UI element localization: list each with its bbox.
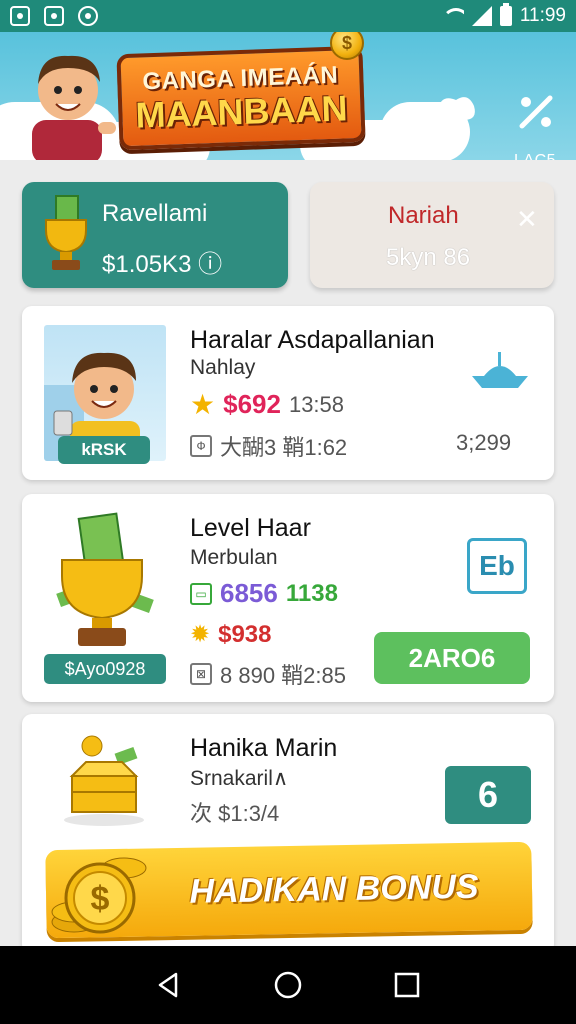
wallet-icon: ▭	[190, 582, 212, 605]
tab-value: 5kyn 86	[386, 244, 471, 271]
count-badge[interactable]: 6	[445, 766, 531, 824]
game-title-banner: GANGA IMEAÁN MAANBAAN	[116, 45, 366, 151]
sync-icon	[78, 6, 98, 26]
value-primary: 6856	[220, 578, 278, 608]
player-name: Hanika Marin	[190, 734, 338, 762]
eb-button[interactable]: Eb	[467, 538, 527, 594]
gallery-icon	[44, 6, 64, 26]
meta-row: 次 $1:3/4	[190, 796, 279, 828]
value-row: ▭ 6856 1138	[190, 578, 338, 609]
clock: 11:99	[519, 5, 566, 26]
bonus-button-label: HADIKAN BONUS	[189, 867, 479, 911]
home-icon[interactable]	[273, 970, 303, 1000]
action-button[interactable]: 2ARO6	[374, 632, 530, 684]
battery-icon	[499, 3, 512, 26]
gear-coin-icon: ✹	[190, 621, 211, 648]
tab-ravellami[interactable]: Ravellami $1.05K3 ⓘ	[22, 182, 288, 288]
player-subtitle: Nahlay	[190, 356, 256, 379]
price-tag: $Ayo0928	[44, 654, 166, 684]
trophy-icon	[56, 512, 154, 646]
player-subtitle: Srnakaril∧	[190, 767, 289, 790]
signal-icon	[471, 6, 492, 26]
price-row: ★ $692 13:58	[190, 388, 344, 421]
meta-right: 3;299	[456, 430, 512, 455]
price-extra: 13:58	[288, 391, 345, 417]
character-avatar	[32, 55, 116, 160]
tab-nariah[interactable]: Nariah 5kyn 86	[310, 182, 554, 288]
tab-title: Nariah	[388, 202, 459, 229]
meta-text: 大醐3 鞘1:62	[220, 435, 348, 460]
notification-icon	[10, 6, 30, 26]
meta-row: ⊠ 8 890 鞘2:85	[190, 658, 346, 690]
coin-stack-icon: $	[51, 857, 147, 934]
value-secondary: 1138	[285, 579, 338, 607]
header-label: LAC5	[514, 152, 556, 160]
tab-title: Ravellami	[102, 200, 208, 227]
system-nav-bar	[0, 946, 576, 1024]
player-name: Haralar Asdapallanian	[190, 326, 435, 354]
meta-row: Ф 大醐3 鞘1:62	[190, 430, 347, 462]
info-icon: Ф	[190, 435, 212, 457]
star-icon: ★	[190, 389, 216, 420]
close-icon[interactable]: ✕	[516, 204, 538, 235]
meta-text: 8 890 鞘2:85	[220, 663, 346, 688]
info-icon: ⊠	[190, 663, 212, 685]
banner-line-2: MAANBAAN	[134, 87, 349, 136]
ship-icon[interactable]	[470, 352, 530, 392]
percent-icon[interactable]	[516, 92, 556, 132]
status-bar: 11:99	[0, 0, 576, 32]
svg-text:$: $	[91, 880, 110, 918]
recents-icon[interactable]	[392, 970, 422, 1000]
player-tag: kRSK	[58, 436, 150, 464]
wifi-icon	[441, 8, 464, 24]
player-subtitle: Merbulan	[190, 546, 278, 569]
trophy-icon	[45, 195, 87, 270]
player-name: Level Haar	[190, 514, 311, 542]
tab-value: $1.05K3 ⓘ	[102, 251, 223, 278]
treasure-chest-icon	[64, 735, 144, 826]
back-icon[interactable]	[154, 970, 184, 1000]
share-icon[interactable]	[418, 90, 478, 124]
price-value: $692	[223, 389, 281, 419]
price-row: ✹ $938	[190, 620, 272, 649]
app-header: GANGA IMEAÁN MAANBAAN $ LAC5	[0, 32, 576, 160]
meta-text: 次 $1:3/4	[190, 801, 280, 826]
price-value: $938	[218, 620, 272, 648]
